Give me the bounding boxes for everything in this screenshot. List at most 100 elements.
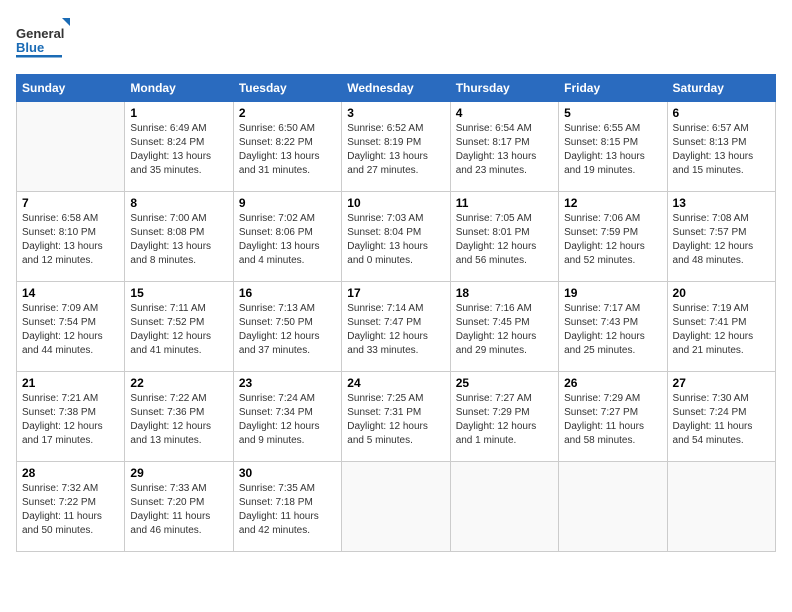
calendar-week-2: 7 Sunrise: 6:58 AMSunset: 8:10 PMDaylight…: [17, 192, 776, 282]
day-info: Sunrise: 7:21 AMSunset: 7:38 PMDaylight:…: [22, 392, 119, 448]
day-number: 9: [239, 196, 336, 210]
day-number: 6: [673, 106, 770, 120]
calendar-cell: 9 Sunrise: 7:02 AMSunset: 8:06 PMDaylight…: [233, 192, 341, 282]
day-info: Sunrise: 7:11 AMSunset: 7:52 PMDaylight:…: [130, 302, 227, 358]
weekday-header-monday: Monday: [125, 75, 233, 102]
day-info: Sunrise: 6:54 AMSunset: 8:17 PMDaylight:…: [456, 122, 553, 178]
day-info: Sunrise: 6:55 AMSunset: 8:15 PMDaylight:…: [564, 122, 661, 178]
day-number: 21: [22, 376, 119, 390]
svg-text:General: General: [16, 26, 64, 41]
day-info: Sunrise: 7:06 AMSunset: 7:59 PMDaylight:…: [564, 212, 661, 268]
day-number: 4: [456, 106, 553, 120]
calendar-cell: 15 Sunrise: 7:11 AMSunset: 7:52 PMDayligh…: [125, 282, 233, 372]
day-info: Sunrise: 7:32 AMSunset: 7:22 PMDaylight:…: [22, 482, 119, 538]
calendar-cell: 16Sunrise: 7:13 AMSunset: 7:50 PMDayligh…: [233, 282, 341, 372]
day-number: 20: [673, 286, 770, 300]
day-number: 13: [673, 196, 770, 210]
calendar-cell: 14 Sunrise: 7:09 AMSunset: 7:54 PMDayligh…: [17, 282, 125, 372]
calendar-cell: 6 Sunrise: 6:57 AMSunset: 8:13 PMDaylight…: [667, 102, 775, 192]
calendar-cell: 19 Sunrise: 7:17 AMSunset: 7:43 PMDayligh…: [559, 282, 667, 372]
weekday-header-thursday: Thursday: [450, 75, 558, 102]
day-info: Sunrise: 6:57 AMSunset: 8:13 PMDaylight:…: [673, 122, 770, 178]
calendar-cell: 25 Sunrise: 7:27 AMSunset: 7:29 PMDayligh…: [450, 372, 558, 462]
calendar-cell: 7 Sunrise: 6:58 AMSunset: 8:10 PMDaylight…: [17, 192, 125, 282]
calendar-cell: [342, 462, 450, 552]
calendar-week-3: 14 Sunrise: 7:09 AMSunset: 7:54 PMDayligh…: [17, 282, 776, 372]
day-info: Sunrise: 7:27 AMSunset: 7:29 PMDaylight:…: [456, 392, 553, 448]
day-number: 29: [130, 466, 227, 480]
day-number: 19: [564, 286, 661, 300]
calendar-cell: 18 Sunrise: 7:16 AMSunset: 7:45 PMDayligh…: [450, 282, 558, 372]
calendar-cell: 30Sunrise: 7:35 AMSunset: 7:18 PMDayligh…: [233, 462, 341, 552]
day-info: Sunrise: 7:16 AMSunset: 7:45 PMDaylight:…: [456, 302, 553, 358]
calendar-cell: 26 Sunrise: 7:29 AMSunset: 7:27 PMDayligh…: [559, 372, 667, 462]
day-info: Sunrise: 7:30 AMSunset: 7:24 PMDaylight:…: [673, 392, 770, 448]
day-info: Sunrise: 6:50 AMSunset: 8:22 PMDaylight:…: [239, 122, 336, 178]
day-info: Sunrise: 7:00 AMSunset: 8:08 PMDaylight:…: [130, 212, 227, 268]
day-number: 10: [347, 196, 444, 210]
calendar-cell: 1Sunrise: 6:49 AMSunset: 8:24 PMDaylight…: [125, 102, 233, 192]
day-number: 14: [22, 286, 119, 300]
calendar-cell: 12 Sunrise: 7:06 AMSunset: 7:59 PMDayligh…: [559, 192, 667, 282]
calendar-week-4: 21 Sunrise: 7:21 AMSunset: 7:38 PMDayligh…: [17, 372, 776, 462]
calendar-cell: 27 Sunrise: 7:30 AMSunset: 7:24 PMDayligh…: [667, 372, 775, 462]
logo: General Blue: [16, 16, 76, 66]
calendar-cell: [17, 102, 125, 192]
calendar-cell: 17 Sunrise: 7:14 AMSunset: 7:47 PMDayligh…: [342, 282, 450, 372]
calendar-week-1: 1Sunrise: 6:49 AMSunset: 8:24 PMDaylight…: [17, 102, 776, 192]
day-info: Sunrise: 7:24 AMSunset: 7:34 PMDaylight:…: [239, 392, 336, 448]
weekday-header-wednesday: Wednesday: [342, 75, 450, 102]
day-number: 12: [564, 196, 661, 210]
day-info: Sunrise: 7:03 AMSunset: 8:04 PMDaylight:…: [347, 212, 444, 268]
day-number: 23: [239, 376, 336, 390]
day-info: Sunrise: 7:33 AMSunset: 7:20 PMDaylight:…: [130, 482, 227, 538]
day-number: 27: [673, 376, 770, 390]
calendar-week-5: 28 Sunrise: 7:32 AMSunset: 7:22 PMDayligh…: [17, 462, 776, 552]
calendar-cell: [450, 462, 558, 552]
calendar-cell: 11Sunrise: 7:05 AMSunset: 8:01 PMDayligh…: [450, 192, 558, 282]
calendar-cell: 20 Sunrise: 7:19 AMSunset: 7:41 PMDayligh…: [667, 282, 775, 372]
day-info: Sunrise: 7:02 AMSunset: 8:06 PMDaylight:…: [239, 212, 336, 268]
weekday-header-friday: Friday: [559, 75, 667, 102]
day-info: Sunrise: 7:05 AMSunset: 8:01 PMDaylight:…: [456, 212, 553, 268]
day-number: 3: [347, 106, 444, 120]
day-info: Sunrise: 6:58 AMSunset: 8:10 PMDaylight:…: [22, 212, 119, 268]
day-number: 17: [347, 286, 444, 300]
calendar-cell: 21 Sunrise: 7:21 AMSunset: 7:38 PMDayligh…: [17, 372, 125, 462]
calendar-cell: 2Sunrise: 6:50 AMSunset: 8:22 PMDaylight…: [233, 102, 341, 192]
day-number: 25: [456, 376, 553, 390]
calendar-cell: 3 Sunrise: 6:52 AMSunset: 8:19 PMDaylight…: [342, 102, 450, 192]
day-info: Sunrise: 7:29 AMSunset: 7:27 PMDaylight:…: [564, 392, 661, 448]
logo-icon: General Blue: [16, 16, 76, 66]
page-header: General Blue: [16, 16, 776, 66]
calendar-cell: 10 Sunrise: 7:03 AMSunset: 8:04 PMDayligh…: [342, 192, 450, 282]
day-number: 26: [564, 376, 661, 390]
calendar-cell: 4 Sunrise: 6:54 AMSunset: 8:17 PMDaylight…: [450, 102, 558, 192]
day-number: 30: [239, 466, 336, 480]
day-info: Sunrise: 7:09 AMSunset: 7:54 PMDaylight:…: [22, 302, 119, 358]
day-info: Sunrise: 7:08 AMSunset: 7:57 PMDaylight:…: [673, 212, 770, 268]
day-number: 24: [347, 376, 444, 390]
day-number: 1: [130, 106, 227, 120]
day-number: 15: [130, 286, 227, 300]
day-info: Sunrise: 7:14 AMSunset: 7:47 PMDaylight:…: [347, 302, 444, 358]
weekday-header-sunday: Sunday: [17, 75, 125, 102]
weekday-header-saturday: Saturday: [667, 75, 775, 102]
day-info: Sunrise: 7:19 AMSunset: 7:41 PMDaylight:…: [673, 302, 770, 358]
day-info: Sunrise: 7:25 AMSunset: 7:31 PMDaylight:…: [347, 392, 444, 448]
calendar-cell: 28 Sunrise: 7:32 AMSunset: 7:22 PMDayligh…: [17, 462, 125, 552]
day-number: 8: [130, 196, 227, 210]
weekday-header-tuesday: Tuesday: [233, 75, 341, 102]
calendar-cell: 13 Sunrise: 7:08 AMSunset: 7:57 PMDayligh…: [667, 192, 775, 282]
day-info: Sunrise: 7:17 AMSunset: 7:43 PMDaylight:…: [564, 302, 661, 358]
day-number: 7: [22, 196, 119, 210]
day-number: 18: [456, 286, 553, 300]
calendar-cell: [667, 462, 775, 552]
svg-text:Blue: Blue: [16, 40, 44, 55]
calendar-cell: 5Sunrise: 6:55 AMSunset: 8:15 PMDaylight…: [559, 102, 667, 192]
day-info: Sunrise: 6:52 AMSunset: 8:19 PMDaylight:…: [347, 122, 444, 178]
day-number: 28: [22, 466, 119, 480]
calendar-cell: 23 Sunrise: 7:24 AMSunset: 7:34 PMDayligh…: [233, 372, 341, 462]
day-info: Sunrise: 7:13 AMSunset: 7:50 PMDaylight:…: [239, 302, 336, 358]
day-number: 22: [130, 376, 227, 390]
